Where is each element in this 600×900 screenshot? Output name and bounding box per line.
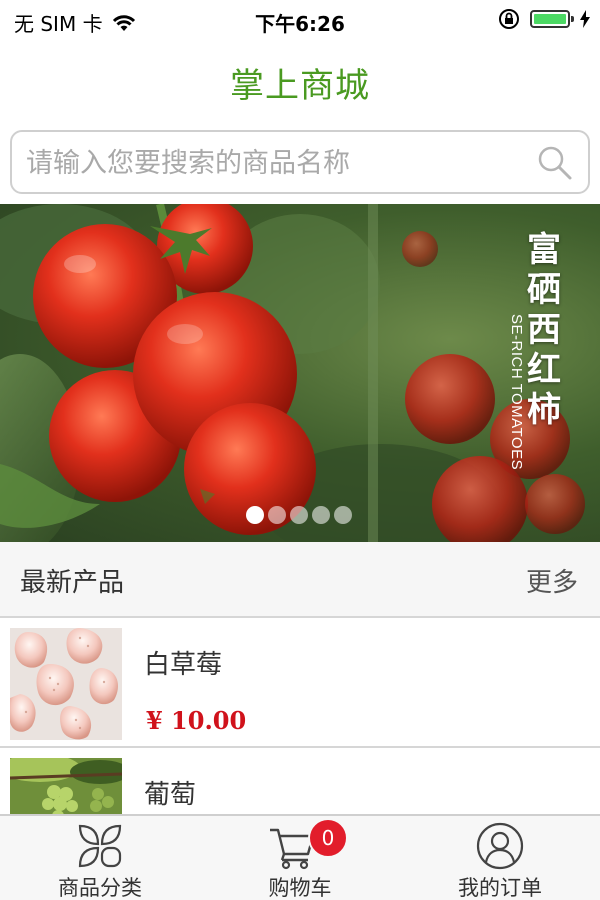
charging-icon [580, 10, 590, 28]
tab-my-orders[interactable]: 我的订单 [400, 816, 600, 900]
battery-icon [530, 10, 574, 28]
status-right [498, 8, 590, 30]
tab-label: 我的订单 [458, 876, 542, 900]
product-item[interactable]: 白草莓 ¥ 10.00 [0, 618, 600, 748]
carousel-dot[interactable] [312, 506, 330, 524]
carousel-dot[interactable] [246, 506, 264, 524]
more-link[interactable]: 更多 [526, 562, 578, 599]
app-screen: 无 SIM 卡 下午6:26 掌上商城 请输入您要搜索的商品名称 富硒西红柿 S… [0, 0, 600, 900]
product-name: 葡萄 [144, 780, 197, 810]
page-title: 掌上商城 [230, 66, 370, 106]
carousel-dot[interactable] [268, 506, 286, 524]
tab-label: 商品分类 [58, 876, 142, 900]
svg-text:SE-RICH TOMATOES: SE-RICH TOMATOES [508, 314, 522, 470]
orientation-lock-icon [499, 9, 519, 29]
section-title: 最新产品 [20, 568, 125, 598]
carousel-dot[interactable] [334, 506, 352, 524]
section-header-latest: 最新产品 更多 [0, 542, 600, 618]
search-bar[interactable] [10, 130, 590, 194]
carousel-dot[interactable] [290, 506, 308, 524]
product-thumbnail[interactable] [10, 628, 122, 740]
carousel-indicator[interactable] [246, 506, 352, 524]
product-name: 白草莓 [144, 650, 223, 680]
status-bar: 无 SIM 卡 下午6:26 [0, 0, 600, 40]
tab-categories[interactable]: 商品分类 [0, 816, 200, 900]
category-icon [78, 824, 122, 868]
bottom-tab-bar: 商品分类 0 购物车 我的订单 [0, 814, 600, 900]
user-icon [476, 822, 524, 870]
tab-label: 购物车 [268, 876, 332, 900]
banner-subtitle-vertical: SE-RICH TOMATOES [508, 314, 522, 470]
search-input[interactable] [24, 132, 528, 194]
product-price: ¥ 10.00 [146, 706, 247, 735]
search-icon[interactable] [536, 144, 574, 182]
banner-title: 富硒西红柿 [527, 230, 561, 430]
promo-banner[interactable]: 富硒西红柿 SE-RICH TOMATOES [0, 204, 600, 542]
tab-cart[interactable]: 0 购物车 [200, 816, 400, 900]
cart-count-badge: 0 [308, 818, 348, 858]
